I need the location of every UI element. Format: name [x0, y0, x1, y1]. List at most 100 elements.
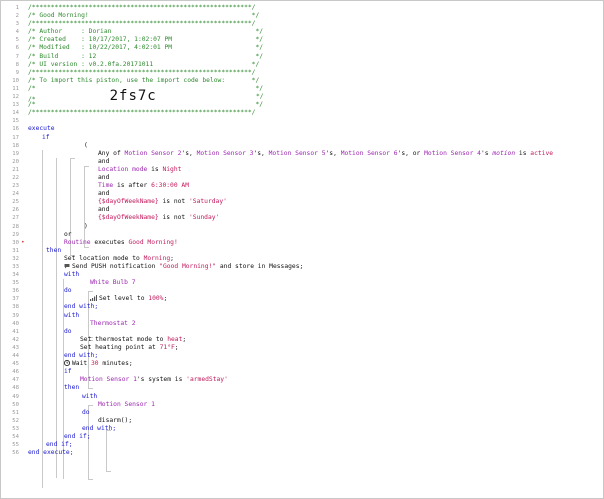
condition-not-saturday[interactable]: {$dayOfWeekName} is not 'Saturday': [28, 198, 599, 206]
line-number: 40: [12, 320, 19, 327]
condition-armed-stay[interactable]: Motion Sensor 1's system is 'armedStay': [28, 376, 599, 384]
action-send-push[interactable]: Send PUSH notification "Good Morning!" a…: [28, 263, 599, 271]
action-disarm[interactable]: disarm();: [28, 417, 599, 425]
line-number: 37: [12, 296, 19, 303]
line-number: 50: [12, 401, 19, 408]
header-border: /***************************************…: [28, 109, 256, 117]
condition-location-mode[interactable]: Location mode is Night: [28, 166, 599, 174]
device-motion-sensor-1[interactable]: Motion Sensor 1: [28, 401, 599, 409]
line-number: 51: [12, 409, 19, 416]
line-number: 39: [12, 312, 19, 319]
line-number: 54: [12, 433, 19, 440]
line-number: 49: [12, 393, 19, 400]
line-number: 20: [12, 158, 19, 165]
line-number: 41: [12, 328, 19, 335]
do-line[interactable]: do: [28, 287, 599, 295]
device-thermostat[interactable]: Thermostat 2: [28, 320, 599, 328]
line-number-breakpoint[interactable]: 30: [1, 239, 24, 247]
header-blank: /* */: [28, 101, 264, 109]
line-number: 42: [12, 336, 19, 343]
code-area: /***************************************…: [28, 4, 599, 488]
line-number-gutter: 1 2 3 4 5 6 7 8 9 10 11 12 13 14 15 16 1…: [1, 4, 24, 457]
line-number: 24: [12, 191, 19, 198]
end-execute-line[interactable]: end execute;: [28, 449, 599, 457]
action-heating-point[interactable]: Set heating point at 71°F;: [28, 344, 599, 352]
line-number: 32: [12, 255, 19, 262]
then-line[interactable]: then: [28, 247, 599, 255]
and-operator[interactable]: and: [28, 158, 599, 166]
line-number: 43: [12, 344, 19, 351]
device-white-bulb[interactable]: White Bulb 7: [28, 279, 599, 287]
inner-if-line[interactable]: if: [28, 368, 599, 376]
line-number: 16: [12, 126, 19, 133]
or-operator[interactable]: or: [28, 231, 599, 239]
end-if-line[interactable]: end if;: [28, 441, 599, 449]
line-number: 25: [12, 199, 19, 206]
end-with-line[interactable]: end with;: [28, 303, 599, 311]
paren-open-line: (: [84, 141, 88, 149]
execute-keyword[interactable]: execute: [28, 125, 599, 133]
line-number: 52: [12, 417, 19, 424]
line-number: 11: [12, 85, 19, 92]
line-number: 4: [15, 29, 19, 36]
speech-bubble-icon: [64, 264, 70, 269]
action-set-location-mode[interactable]: Set location mode to Morning;: [28, 255, 599, 263]
line-number: 23: [12, 183, 19, 190]
do-line[interactable]: do: [28, 328, 599, 336]
line-number: 33: [12, 264, 19, 270]
with-line[interactable]: with: [28, 312, 599, 320]
line-number: 48: [12, 385, 19, 392]
header-author: /* Author : Dorian */: [28, 28, 264, 36]
line-number: 3: [15, 21, 19, 28]
line-number: 8: [15, 61, 19, 68]
line-number: 34: [12, 272, 19, 279]
header-created: /* Created : 10/17/2017, 1:02:07 PM */: [28, 36, 264, 44]
action-wait[interactable]: Wait 30 minutes;: [28, 360, 599, 368]
inner-then-line[interactable]: then: [28, 384, 599, 392]
with-line[interactable]: with: [28, 393, 599, 401]
and-operator[interactable]: and: [28, 174, 599, 182]
header-ui-version: /* UI version : v0.2.0fa.20171011 */: [28, 60, 260, 68]
with-line[interactable]: with: [28, 271, 599, 279]
condition-time[interactable]: Time is after 6:30:00 AM: [28, 182, 599, 190]
line-number: 1: [15, 5, 19, 11]
line-number: 5: [15, 37, 19, 44]
and-operator[interactable]: and: [28, 206, 599, 214]
header-title: /* Good Morning! */: [28, 12, 260, 20]
line-number: 27: [12, 215, 19, 222]
line-number: 10: [12, 77, 19, 84]
end-with-line[interactable]: end with;: [28, 352, 599, 360]
line-number: 12: [12, 94, 19, 101]
line-number: 46: [12, 369, 19, 376]
line-number: 36: [12, 288, 19, 295]
condition-motion[interactable]: Any of Motion Sensor 2's, Motion Sensor …: [28, 150, 599, 158]
line-number: 35: [12, 280, 19, 287]
if-keyword[interactable]: if: [42, 134, 50, 141]
line-number: 22: [12, 174, 19, 181]
line-number: 38: [12, 304, 19, 311]
line-number: 53: [12, 425, 19, 432]
condition-routine[interactable]: Routine executes Good Morning!: [28, 239, 599, 247]
if-line[interactable]: if: [28, 134, 599, 142]
signal-bars-icon: [90, 295, 97, 302]
line-number: 29: [12, 231, 19, 238]
paren-close-line: ): [84, 222, 88, 230]
line-number: 45: [12, 361, 19, 368]
line-number: 19: [12, 150, 19, 157]
clock-icon: [64, 360, 70, 367]
header-import-code-line: /* 2fs7c */: [28, 89, 599, 103]
action-thermostat-mode[interactable]: Set thermostat mode to heat;: [28, 336, 599, 344]
action-set-level[interactable]: Set level to 100%;: [28, 295, 599, 303]
line-number: 56: [12, 450, 19, 457]
line-number: 26: [12, 207, 19, 214]
header-border: /***************************************…: [28, 20, 256, 28]
end-if-line[interactable]: end if;: [28, 433, 599, 441]
do-line[interactable]: do: [28, 409, 599, 417]
end-with-line[interactable]: end with;: [28, 425, 599, 433]
line-number: 55: [12, 442, 19, 449]
line-number: 44: [12, 353, 19, 360]
line-number: 21: [12, 166, 19, 173]
and-operator[interactable]: and: [28, 190, 599, 198]
condition-not-sunday[interactable]: {$dayOfWeekName} is not 'Sunday': [28, 214, 599, 222]
